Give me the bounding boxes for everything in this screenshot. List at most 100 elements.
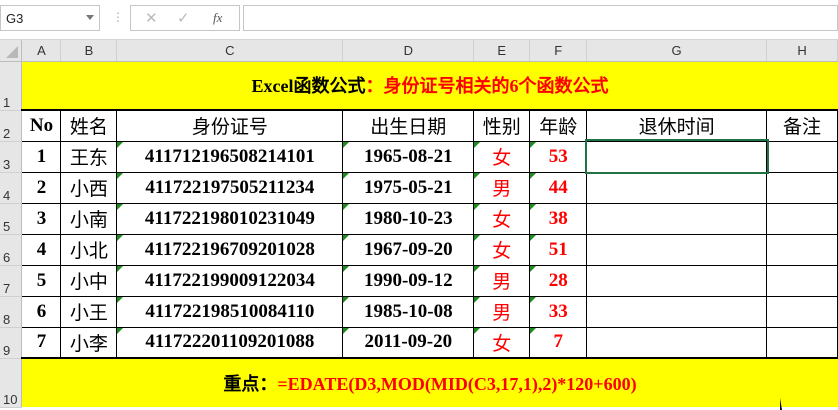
header-sex[interactable]: 性别 <box>473 109 531 142</box>
cell-sex[interactable]: 女 <box>473 140 531 173</box>
cell-no[interactable]: 2 <box>21 171 62 204</box>
cell-note[interactable] <box>766 140 838 173</box>
cell-age[interactable]: 51 <box>529 233 588 266</box>
cell-no[interactable]: 5 <box>21 264 62 297</box>
cell-dob[interactable]: 2011-09-20 <box>342 326 475 359</box>
cell-id[interactable]: 411722198010231049 <box>116 202 344 235</box>
cell-age[interactable]: 28 <box>529 264 588 297</box>
row-header[interactable]: 5 <box>0 203 23 235</box>
formula-buttons: ✕ ✓ fx <box>130 5 240 31</box>
cell-no[interactable]: 1 <box>21 140 62 173</box>
title-prefix: Excel函数公式 <box>251 76 366 97</box>
cell-no[interactable]: 3 <box>21 202 62 235</box>
cell-reference: G3 <box>6 11 24 26</box>
cell-id[interactable]: 411722201109201088 <box>116 326 344 359</box>
cell-age[interactable]: 38 <box>529 202 588 235</box>
cell-retire[interactable] <box>586 202 768 235</box>
cell-sex[interactable]: 女 <box>473 233 531 266</box>
cell-note[interactable] <box>766 233 838 266</box>
select-all-button[interactable] <box>0 40 23 62</box>
cell-name[interactable]: 小李 <box>60 326 118 359</box>
footer-cell[interactable]: 重点：=EDATE(D3,MOD(MID(C3,17,1),2)*120+600… <box>21 357 838 407</box>
name-box[interactable]: G3 <box>0 5 100 31</box>
chevron-down-icon[interactable] <box>86 15 94 20</box>
cell-name[interactable]: 小中 <box>60 264 118 297</box>
cell-note[interactable] <box>766 326 838 359</box>
cell-name[interactable]: 小南 <box>60 202 118 235</box>
row-header[interactable]: 6 <box>0 234 23 266</box>
insert-function-icon[interactable]: fx <box>213 10 222 26</box>
table-row: 4 2 小西 411722197505211234 1975-05-21 男 44 <box>0 171 838 204</box>
cell-id[interactable]: 411722197505211234 <box>116 171 344 204</box>
header-retire[interactable]: 退休时间 <box>586 109 768 142</box>
cell-retire[interactable] <box>586 171 768 204</box>
row-header[interactable]: 10 <box>0 358 23 408</box>
cell-note[interactable] <box>766 264 838 297</box>
cell-dob[interactable]: 1967-09-20 <box>342 233 475 266</box>
cell-no[interactable]: 7 <box>21 326 62 359</box>
cell-retire[interactable] <box>584 139 769 174</box>
row-header[interactable]: 7 <box>0 265 23 297</box>
cell-sex[interactable]: 女 <box>473 326 531 359</box>
cell-dob[interactable]: 1980-10-23 <box>342 202 475 235</box>
table-row: 5 3 小南 411722198010231049 1980-10-23 女 38 <box>0 202 838 235</box>
row-header[interactable]: 9 <box>0 327 23 359</box>
cell-age[interactable]: 44 <box>529 171 588 204</box>
column-header[interactable]: A <box>21 40 62 62</box>
cell-sex[interactable]: 男 <box>473 295 531 328</box>
row-header[interactable]: 8 <box>0 296 23 328</box>
cell-name[interactable]: 小北 <box>60 233 118 266</box>
cell-dob[interactable]: 1990-09-12 <box>342 264 475 297</box>
cell-note[interactable] <box>766 295 838 328</box>
header-dob[interactable]: 出生日期 <box>342 109 475 142</box>
row-header[interactable]: 4 <box>0 172 23 204</box>
cell-id[interactable]: 411722196709201028 <box>116 233 344 266</box>
header-age[interactable]: 年龄 <box>529 109 588 142</box>
cell-dob[interactable]: 1985-10-08 <box>342 295 475 328</box>
cell-retire[interactable] <box>586 233 768 266</box>
drag-handle-icon[interactable]: ⋮ <box>112 10 124 24</box>
header-id[interactable]: 身份证号 <box>116 109 344 142</box>
formula-input[interactable] <box>243 5 838 31</box>
cancel-icon[interactable]: ✕ <box>145 9 158 27</box>
row-header[interactable]: 1 <box>0 61 23 111</box>
cell-no[interactable]: 6 <box>21 295 62 328</box>
column-header[interactable]: E <box>473 40 531 62</box>
cell-id[interactable]: 411722198510084110 <box>116 295 344 328</box>
row-header[interactable]: 2 <box>0 110 23 142</box>
column-header[interactable]: H <box>766 40 838 62</box>
header-no[interactable]: No <box>21 109 62 142</box>
column-header[interactable]: B <box>60 40 118 62</box>
column-header[interactable]: D <box>342 40 475 62</box>
cell-name[interactable]: 小西 <box>60 171 118 204</box>
cell-sex[interactable]: 男 <box>473 264 531 297</box>
column-header[interactable]: C <box>116 40 344 62</box>
column-header[interactable]: F <box>529 40 588 62</box>
title-cell[interactable]: Excel函数公式：身份证号相关的6个函数公式 <box>21 61 838 111</box>
cell-retire[interactable] <box>586 295 768 328</box>
cell-name[interactable]: 王东 <box>60 140 118 173</box>
cell-sex[interactable]: 女 <box>473 202 531 235</box>
cell-sex[interactable]: 男 <box>473 171 531 204</box>
header-note[interactable]: 备注 <box>766 109 838 142</box>
cell-name[interactable]: 小王 <box>60 295 118 328</box>
cell-id[interactable]: 411722199009122034 <box>116 264 344 297</box>
cell-id[interactable]: 411712196508214101 <box>116 140 344 173</box>
cell-retire[interactable] <box>586 326 768 359</box>
cell-dob[interactable]: 1965-08-21 <box>342 140 475 173</box>
title-highlight: 身份证号相关的6个函数公式 <box>383 76 609 97</box>
cell-age[interactable]: 7 <box>529 326 588 359</box>
cell-no[interactable]: 4 <box>21 233 62 266</box>
table-row: 9 7 小李 411722201109201088 2011-09-20 女 7 <box>0 326 838 359</box>
header-name[interactable]: 姓名 <box>60 109 118 142</box>
cell-age[interactable]: 33 <box>529 295 588 328</box>
row-header[interactable]: 3 <box>0 141 23 173</box>
cell-note[interactable] <box>766 171 838 204</box>
column-header[interactable]: G <box>586 40 768 62</box>
cell-dob[interactable]: 1975-05-21 <box>342 171 475 204</box>
cell-age[interactable]: 53 <box>529 140 588 173</box>
enter-icon[interactable]: ✓ <box>177 9 190 27</box>
cell-note[interactable] <box>766 202 838 235</box>
cell-retire[interactable] <box>586 264 768 297</box>
mouse-cursor-icon <box>780 398 782 410</box>
